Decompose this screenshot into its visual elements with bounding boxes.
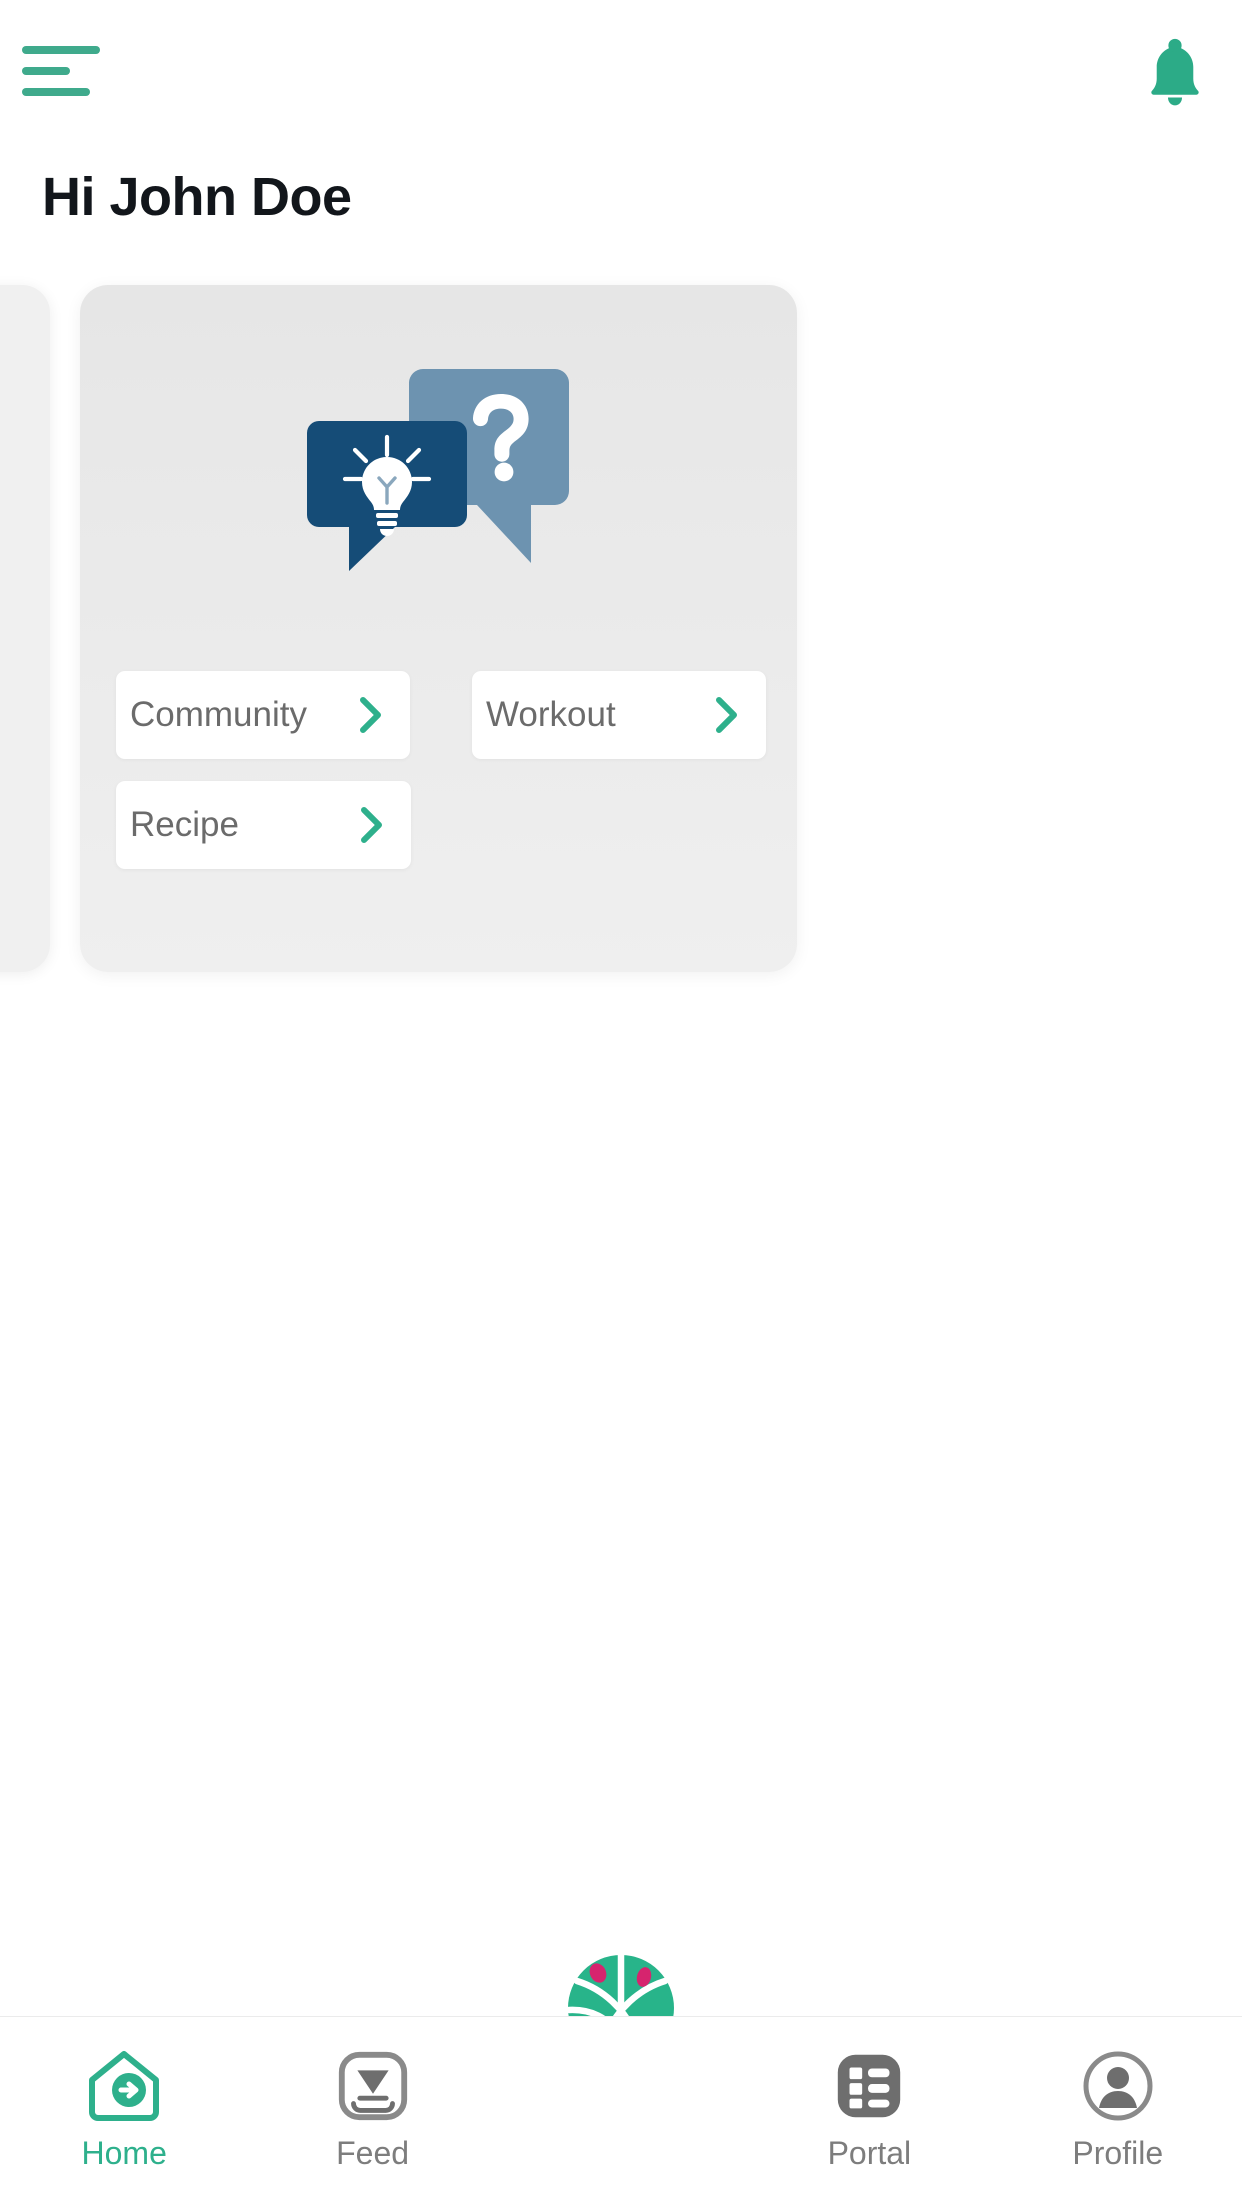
nav-item-feed[interactable]: Feed [248,2017,496,2172]
inbox-download-icon [334,2043,412,2129]
hamburger-line-3 [22,88,90,96]
nav-label: Portal [827,2135,912,2171]
option-label: Recipe [130,805,239,844]
card-options-row-2: Recipe [116,781,766,869]
chevron-right-icon [716,697,737,733]
bell-icon[interactable] [1130,30,1220,120]
card-carousel[interactable]: Community Workout Recipe [0,285,1242,985]
bell-glyph [1151,38,1199,106]
nav-item-profile[interactable]: Profile [994,2017,1242,2172]
option-label: Workout [486,695,616,734]
nav-item-portal[interactable]: Portal [745,2017,993,2172]
user-circle-icon [1078,2043,1158,2129]
card-options-row-1: Community Workout [116,671,766,759]
speech-bubbles-illustration [305,365,575,590]
app-screen: Hi John Doe Community Workout Recipe Hom… [0,0,1242,2208]
list-grid-icon [830,2043,908,2129]
option-workout[interactable]: Workout [472,671,766,759]
option-community[interactable]: Community [116,671,410,759]
nav-label: Home [81,2135,167,2171]
hamburger-line-2 [22,67,70,75]
hamburger-line-1 [22,46,100,54]
card-options: Community Workout Recipe [116,671,766,891]
chevron-right-icon [361,807,382,843]
carousel-peek-card[interactable] [0,285,50,972]
option-recipe[interactable]: Recipe [116,781,411,869]
nav-label: Profile [1072,2135,1164,2171]
nav-center-spacer [497,2017,745,2043]
nav-label: Feed [336,2135,410,2171]
hamburger-menu-icon[interactable] [22,46,102,106]
home-arrow-icon [84,2043,164,2129]
nav-item-home[interactable]: Home [0,2017,248,2172]
app-header [0,0,1242,150]
carousel-active-card: Community Workout Recipe [80,285,797,972]
chevron-right-icon [360,697,381,733]
page-title: Hi John Doe [42,167,352,227]
bottom-navigation-bar: Home Feed Portal Profile [0,2016,1242,2208]
option-label: Community [130,695,307,734]
